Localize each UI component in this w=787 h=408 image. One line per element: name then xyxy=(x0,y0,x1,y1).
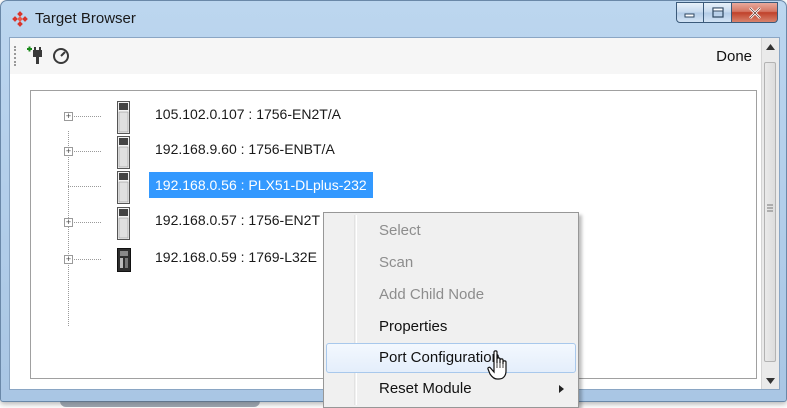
menu-item-port-configuration[interactable]: Port Configuration xyxy=(326,343,576,373)
menu-item-label: Port Configuration xyxy=(379,349,500,366)
add-plug-icon[interactable] xyxy=(24,45,46,67)
scroll-up-button[interactable] xyxy=(762,38,779,55)
menu-item-add-child-node: Add Child Node xyxy=(326,280,576,310)
menu-item-label: Select xyxy=(379,222,421,239)
tree-node-selected[interactable]: 192.168.0.56 : PLX51-DLplus-232 xyxy=(31,171,631,207)
vertical-scrollbar[interactable] xyxy=(761,38,779,389)
minimize-icon xyxy=(684,13,695,17)
tree-connector xyxy=(74,116,101,117)
compactlogix-icon xyxy=(117,248,131,272)
expand-icon[interactable]: + xyxy=(64,147,73,156)
rack-module-icon xyxy=(117,207,130,240)
rack-module-icon xyxy=(117,136,130,169)
expand-icon[interactable]: + xyxy=(64,218,73,227)
gauge-icon[interactable] xyxy=(50,45,72,67)
done-button[interactable]: Done xyxy=(716,48,752,65)
window-title: Target Browser xyxy=(35,10,136,27)
maximize-icon xyxy=(711,7,724,18)
tree-connector xyxy=(74,259,101,260)
caption-buttons xyxy=(676,2,778,24)
scroll-down-button[interactable] xyxy=(762,372,779,389)
tree-connector xyxy=(74,222,101,223)
toolbar: Done xyxy=(10,38,762,74)
tree-node-label[interactable]: 192.168.9.60 : 1756-ENBT/A xyxy=(149,136,341,162)
tree-node-label[interactable]: 192.168.0.59 : 1769-L32E xyxy=(149,244,323,270)
menu-item-label: Properties xyxy=(379,318,448,335)
tree-connector xyxy=(74,151,101,152)
rack-module-icon xyxy=(117,101,130,134)
menu-item-properties[interactable]: Properties xyxy=(326,312,576,342)
menu-item-select: Select xyxy=(326,216,576,246)
chevron-down-icon xyxy=(766,377,775,384)
menu-item-reset-module[interactable]: Reset Module xyxy=(326,374,576,404)
plx-diamond-icon xyxy=(12,11,28,27)
submenu-arrow-icon xyxy=(559,385,564,393)
scroll-thumb[interactable] xyxy=(764,62,776,362)
menu-item-label: Reset Module xyxy=(379,380,472,397)
close-button[interactable] xyxy=(732,2,778,23)
menu-item-scan: Scan xyxy=(326,248,576,278)
tree-connector xyxy=(68,186,101,187)
toolbar-grip[interactable] xyxy=(14,46,18,66)
minimize-button[interactable] xyxy=(676,2,704,23)
context-menu: Select Scan Add Child Node Properties Po… xyxy=(323,212,579,408)
rack-module-icon xyxy=(117,171,130,204)
grip-icon xyxy=(767,204,773,212)
maximize-button[interactable] xyxy=(704,2,732,23)
chevron-up-icon xyxy=(766,43,775,50)
menu-item-label: Add Child Node xyxy=(379,286,485,303)
close-icon xyxy=(748,6,761,19)
expand-icon[interactable]: + xyxy=(64,112,73,121)
expand-icon[interactable]: + xyxy=(64,255,73,264)
title-bar[interactable]: Target Browser xyxy=(1,1,786,37)
tree-node-label[interactable]: 192.168.0.56 : PLX51-DLplus-232 xyxy=(149,172,373,198)
tree-node[interactable]: + 105.102.0.107 : 1756-EN2T/A xyxy=(31,101,631,137)
menu-item-label: Scan xyxy=(379,254,414,271)
tree-node-label[interactable]: 105.102.0.107 : 1756-EN2T/A xyxy=(149,101,347,127)
tree-node[interactable]: + 192.168.9.60 : 1756-ENBT/A xyxy=(31,136,631,172)
tree-node-label[interactable]: 192.168.0.57 : 1756-EN2T xyxy=(149,207,326,233)
hand-cursor-icon xyxy=(487,350,507,380)
shadow-edge xyxy=(60,401,260,407)
